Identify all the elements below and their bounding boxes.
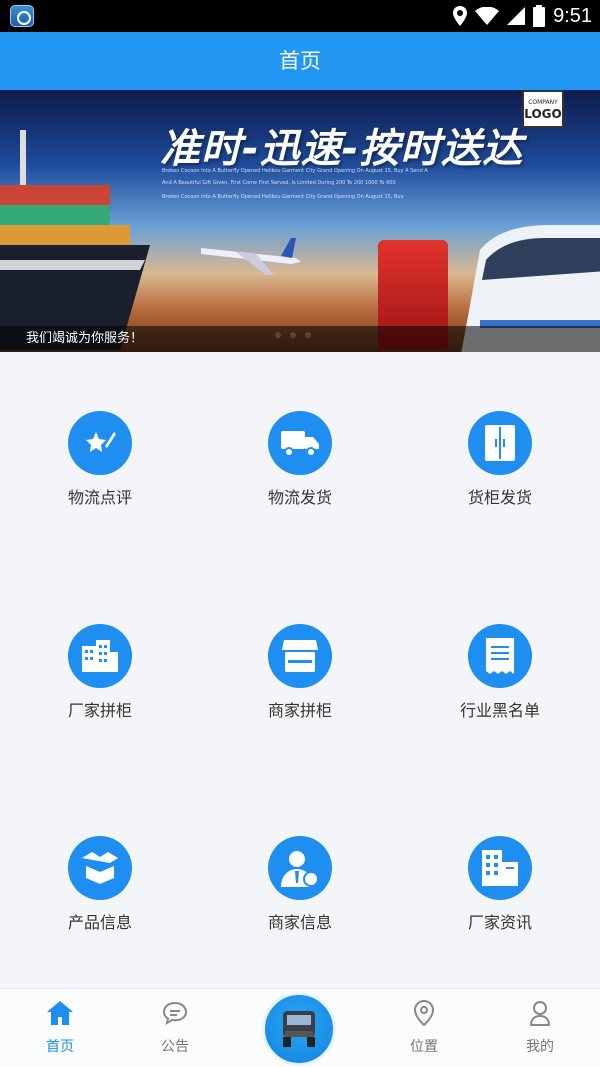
review-star-pen-icon	[68, 411, 132, 475]
tab-label: 公告	[161, 1039, 189, 1055]
grid-item-delivery[interactable]: 物流发货	[200, 411, 400, 508]
grid-item-label: 物流点评	[67, 488, 132, 507]
delivery-truck-icon	[268, 411, 332, 475]
grid-item-review[interactable]: 物流点评	[0, 411, 200, 508]
office-building-icon	[468, 836, 532, 900]
company-logo: COMPANY LOGO	[522, 90, 564, 128]
banner-small-text: Broken Cocoon Into A Butterfly Opened He…	[162, 168, 428, 174]
grid-item-merchant-info[interactable]: 商家信息	[200, 836, 400, 933]
container-cabinet-icon	[468, 411, 532, 475]
logo-top-text: COMPANY	[528, 99, 558, 106]
banner-small-text: Broken Cocoon Into A Butterfly Opened He…	[162, 194, 404, 200]
grid-item-container[interactable]: 货柜发货	[400, 411, 600, 508]
receipt-list-icon	[468, 624, 532, 688]
grid-item-factory-consolidation[interactable]: 厂家拼柜	[0, 624, 200, 721]
grid-item-product-info[interactable]: 产品信息	[0, 836, 200, 933]
page-title: 首页	[0, 32, 600, 90]
app-notification-icon	[10, 5, 34, 27]
grid-item-label: 厂家资讯	[467, 913, 532, 932]
shop-store-icon	[268, 624, 332, 688]
grid-item-label: 厂家拼柜	[67, 701, 132, 720]
bottom-tab-bar: 首页 公告 位置 我的	[0, 988, 600, 1067]
status-bar: 9:51	[0, 0, 600, 32]
airplane-image	[201, 238, 301, 275]
grid-item-label: 货柜发货	[467, 488, 532, 507]
business-person-icon	[268, 836, 332, 900]
grid-item-label: 物流发货	[267, 488, 332, 507]
cargo-ship-image	[0, 130, 150, 350]
signal-status-icon	[507, 7, 526, 25]
user-profile-icon	[524, 997, 556, 1029]
factory-buildings-icon	[68, 624, 132, 688]
grid-item-blacklist[interactable]: 行业黑名单	[400, 624, 600, 721]
banner-small-text: And A Beautiful Gift Given, First Come F…	[162, 180, 396, 186]
tab-location[interactable]: 位置	[364, 989, 484, 1067]
tab-announcements[interactable]: 公告	[115, 989, 235, 1067]
tab-profile[interactable]: 我的	[480, 989, 600, 1067]
location-pin-icon	[408, 997, 440, 1029]
promo-banner[interactable]: 准时-迅速-按时送达 COMPANY LOGO Broken Cocoon In…	[0, 90, 600, 352]
feature-grid: 物流点评 物流发货 货柜发货 厂家拼柜 商家拼柜 行业黑名单 产品信息 商家信息…	[0, 352, 600, 988]
banner-headline: 准时-迅速-按时送达	[160, 126, 524, 172]
tab-home[interactable]: 首页	[0, 989, 120, 1067]
battery-status-icon	[533, 5, 546, 27]
tab-label: 位置	[410, 1039, 438, 1055]
grid-item-label: 产品信息	[67, 913, 132, 932]
center-truck-button[interactable]	[262, 992, 336, 1066]
grid-item-label: 商家信息	[267, 913, 332, 932]
grid-item-merchant-consolidation[interactable]: 商家拼柜	[200, 624, 400, 721]
status-time: 9:51	[553, 4, 592, 27]
grid-item-factory-news[interactable]: 厂家资讯	[400, 836, 600, 933]
grid-item-label: 商家拼柜	[267, 701, 332, 720]
home-icon	[44, 997, 76, 1029]
tab-label: 首页	[46, 1039, 74, 1055]
box-package-icon	[68, 836, 132, 900]
location-status-icon	[453, 6, 468, 26]
truck-front-icon	[283, 1011, 315, 1047]
banner-caption: 我们竭诚为你服务！	[0, 326, 600, 352]
grid-item-label: 行业黑名单	[459, 701, 540, 720]
logo-bottom-text: LOGO	[524, 107, 562, 121]
message-bubble-icon	[159, 997, 191, 1029]
wifi-status-icon	[475, 7, 500, 25]
tab-label: 我的	[526, 1039, 554, 1055]
